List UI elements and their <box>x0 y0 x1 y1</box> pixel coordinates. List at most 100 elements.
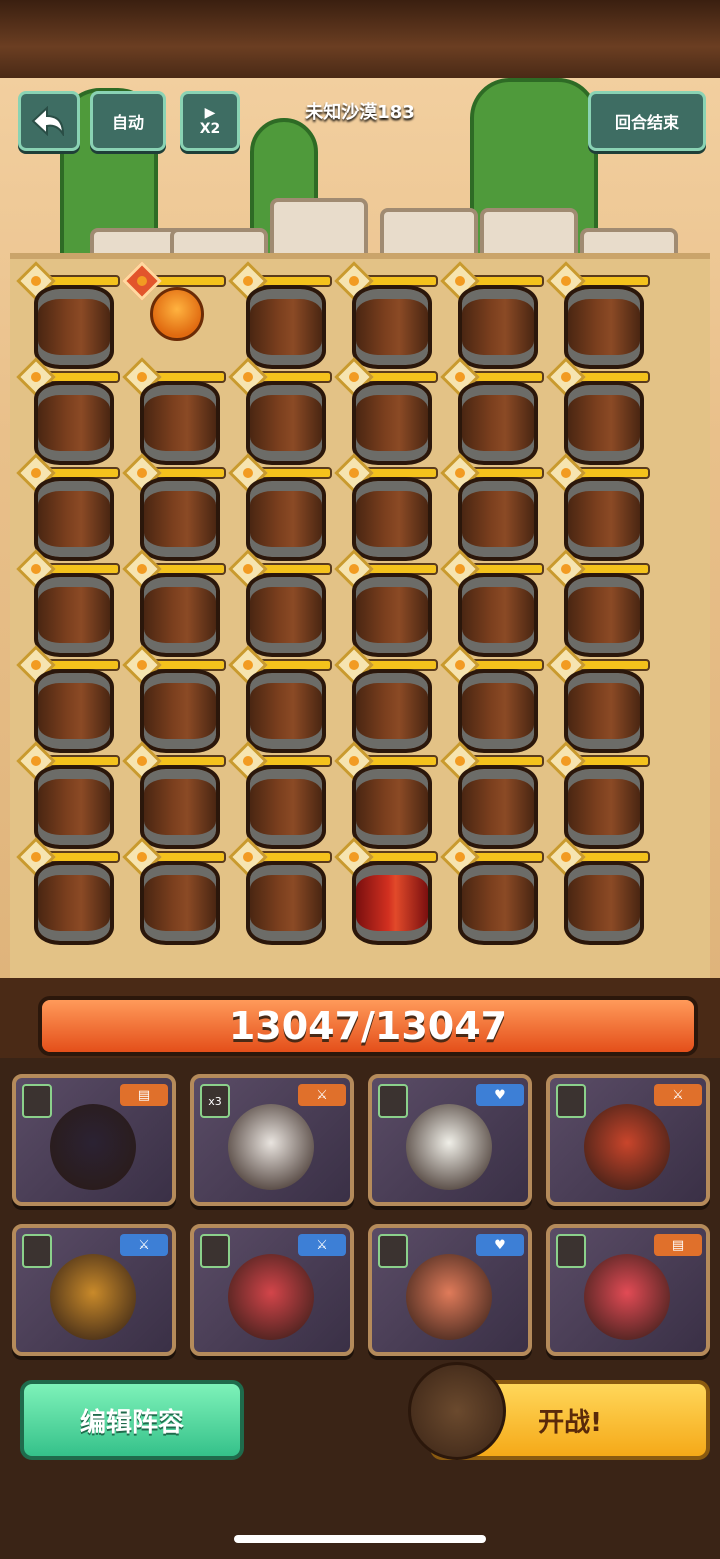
board-cell[interactable] <box>16 741 120 849</box>
board-cell[interactable] <box>228 261 332 369</box>
hero-card[interactable]: ⚔ <box>546 1074 710 1206</box>
barrel[interactable] <box>140 861 220 945</box>
board-cell[interactable] <box>440 453 544 561</box>
barrel[interactable] <box>34 765 114 849</box>
barrel[interactable] <box>564 573 644 657</box>
board-cell[interactable] <box>334 453 438 561</box>
enemy-sprite[interactable] <box>150 287 204 341</box>
barrel[interactable] <box>246 381 326 465</box>
barrel[interactable] <box>246 573 326 657</box>
barrel[interactable] <box>140 477 220 561</box>
hero-card[interactable]: ⚔ <box>12 1224 176 1356</box>
barrel[interactable] <box>34 573 114 657</box>
barrel[interactable] <box>458 381 538 465</box>
auto-button[interactable]: 自动 <box>90 91 166 151</box>
board-cell[interactable] <box>440 261 544 369</box>
hero-card[interactable]: x3 ⚔ <box>190 1074 354 1206</box>
board-cell[interactable] <box>16 357 120 465</box>
barrel[interactable] <box>34 669 114 753</box>
board-cell[interactable] <box>440 741 544 849</box>
barrel[interactable] <box>458 765 538 849</box>
barrel[interactable] <box>140 669 220 753</box>
board-cell[interactable] <box>334 261 438 369</box>
barrel[interactable] <box>140 573 220 657</box>
board-cell[interactable] <box>16 261 120 369</box>
barrel[interactable] <box>458 477 538 561</box>
barrel[interactable] <box>458 669 538 753</box>
edit-lineup-button[interactable]: 编辑阵容 <box>20 1380 244 1460</box>
barrel[interactable] <box>246 861 326 945</box>
board-cell[interactable] <box>440 549 544 657</box>
barrel[interactable] <box>564 381 644 465</box>
board-cell[interactable] <box>228 741 332 849</box>
board-cell[interactable] <box>122 549 226 657</box>
board-cell[interactable] <box>122 837 226 945</box>
board-cell[interactable] <box>440 645 544 753</box>
hero-card[interactable]: ♥ <box>368 1224 532 1356</box>
board-cell[interactable] <box>334 645 438 753</box>
hero-card[interactable]: ▤ <box>12 1074 176 1206</box>
barrel[interactable] <box>34 381 114 465</box>
board-cell[interactable] <box>16 549 120 657</box>
barrel[interactable] <box>352 477 432 561</box>
barrel[interactable] <box>352 285 432 369</box>
board-cell[interactable] <box>16 837 120 945</box>
barrel[interactable] <box>352 381 432 465</box>
barrel[interactable] <box>564 669 644 753</box>
barrel[interactable] <box>140 381 220 465</box>
end-turn-label: 回合结束 <box>614 113 679 132</box>
board-cell[interactable] <box>546 357 650 465</box>
board-cell[interactable] <box>334 549 438 657</box>
board-cell[interactable] <box>16 453 120 561</box>
barrel[interactable] <box>246 765 326 849</box>
red-barrel[interactable] <box>352 861 432 945</box>
heart-icon: ♥ <box>476 1234 524 1256</box>
barrel[interactable] <box>352 765 432 849</box>
board-cell[interactable] <box>228 453 332 561</box>
board-cell[interactable] <box>546 261 650 369</box>
barrel[interactable] <box>246 285 326 369</box>
board-cell[interactable] <box>228 645 332 753</box>
board-cell[interactable] <box>440 357 544 465</box>
barrel[interactable] <box>458 285 538 369</box>
board-cell[interactable] <box>228 357 332 465</box>
barrel[interactable] <box>352 573 432 657</box>
back-button[interactable] <box>18 91 80 151</box>
board-cell[interactable] <box>122 261 226 363</box>
barrel[interactable] <box>564 477 644 561</box>
board-cell[interactable] <box>546 453 650 561</box>
board-cell[interactable] <box>440 837 544 945</box>
barrel[interactable] <box>34 477 114 561</box>
board-cell[interactable] <box>122 357 226 465</box>
barrel[interactable] <box>458 861 538 945</box>
board-cell[interactable] <box>546 741 650 849</box>
hero-card[interactable]: ▤ <box>546 1224 710 1356</box>
barrel[interactable] <box>564 765 644 849</box>
board-cell[interactable] <box>122 645 226 753</box>
board-cell[interactable] <box>122 453 226 561</box>
barrel[interactable] <box>246 669 326 753</box>
hero-card[interactable]: ⚔ <box>190 1224 354 1356</box>
board-cell[interactable] <box>334 741 438 849</box>
barrel[interactable] <box>140 765 220 849</box>
barrel[interactable] <box>458 573 538 657</box>
board-cell[interactable] <box>228 837 332 945</box>
hero-card[interactable]: ♥ <box>368 1074 532 1206</box>
board-cell[interactable] <box>546 645 650 753</box>
board-cell[interactable] <box>16 645 120 753</box>
barrel[interactable] <box>246 477 326 561</box>
barrel[interactable] <box>564 861 644 945</box>
barrel[interactable] <box>34 861 114 945</box>
board-cell[interactable] <box>122 741 226 849</box>
barrel[interactable] <box>352 669 432 753</box>
barrel[interactable] <box>34 285 114 369</box>
end-turn-button[interactable]: 回合结束 <box>588 91 706 151</box>
board-cell[interactable] <box>546 837 650 945</box>
barrel[interactable] <box>564 285 644 369</box>
board-cell[interactable] <box>546 549 650 657</box>
rank-icon: ▤ <box>120 1084 168 1106</box>
board-cell[interactable] <box>334 837 438 945</box>
speed-button[interactable]: ▶ X2 <box>180 91 240 151</box>
board-cell[interactable] <box>334 357 438 465</box>
board-cell[interactable] <box>228 549 332 657</box>
